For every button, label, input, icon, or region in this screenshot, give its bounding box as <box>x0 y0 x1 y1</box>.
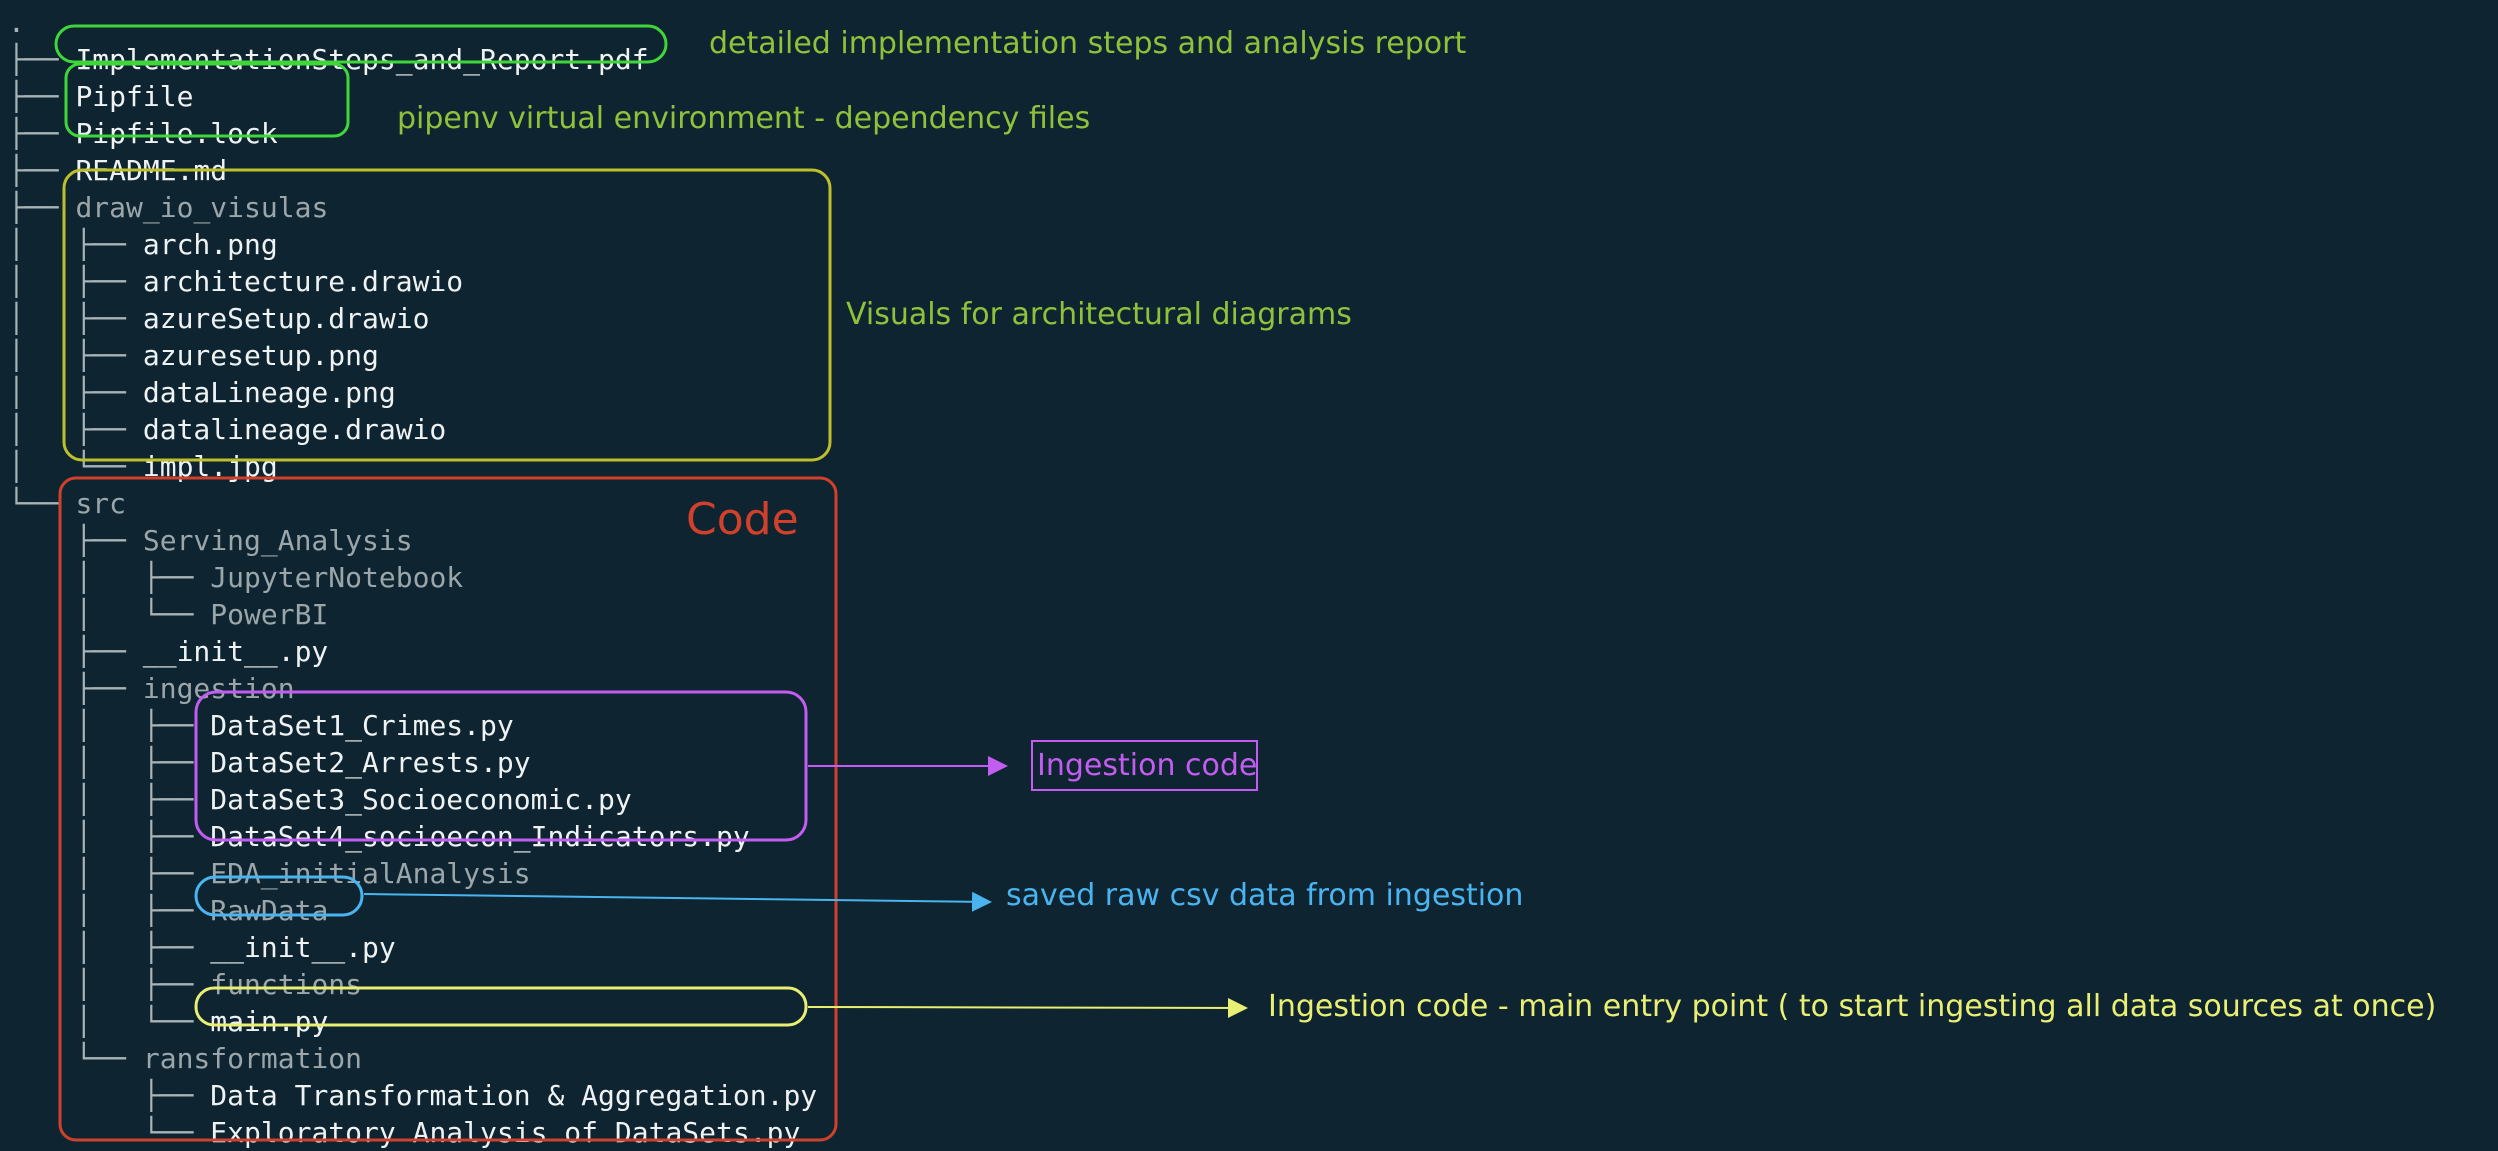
code-label: Code <box>686 494 799 545</box>
mainpy-highlight-box <box>194 986 808 1027</box>
report-highlight-box <box>54 24 668 64</box>
rawdata-note: saved raw csv data from ingestion <box>1006 878 1524 913</box>
report-note: detailed implementation steps and analys… <box>709 26 1467 61</box>
ingestion-code-label: Ingestion code <box>1037 748 1258 783</box>
pipenv-note: pipenv virtual environment - dependency … <box>397 101 1091 136</box>
pipfile-highlight-box <box>64 62 350 138</box>
drawio-group-box <box>62 168 832 462</box>
visuals-note: Visuals for architectural diagrams <box>846 297 1352 332</box>
src-code-box <box>58 476 838 1142</box>
annotation-overlay <box>54 24 1258 1142</box>
main-entry-note: Ingestion code - main entry point ( to s… <box>1268 989 2437 1024</box>
ingestion-files-box <box>194 690 808 842</box>
mainpy-arrow <box>807 997 1248 1018</box>
rawdata-arrow <box>363 891 992 912</box>
rawdata-highlight-box <box>194 875 364 917</box>
